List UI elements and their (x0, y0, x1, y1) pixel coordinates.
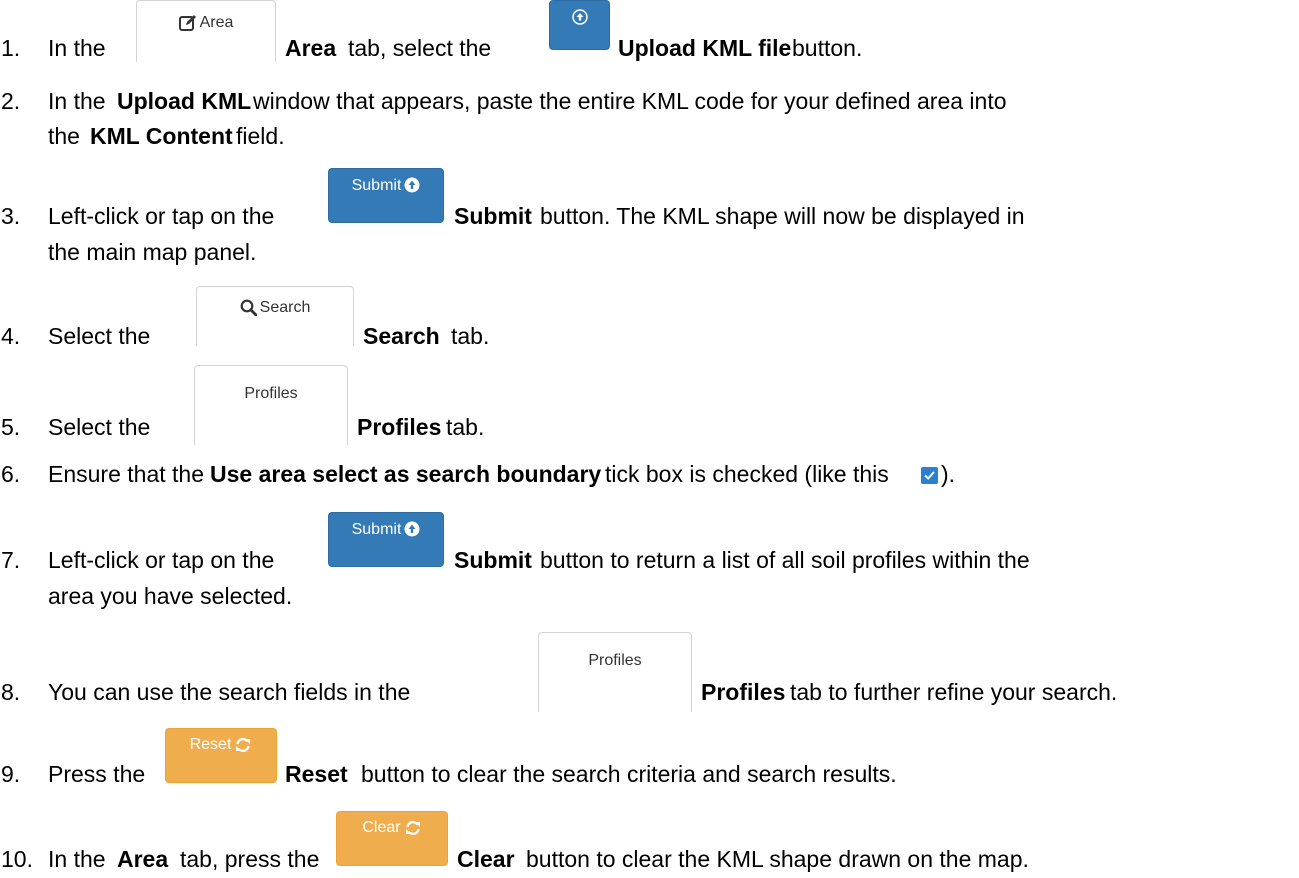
search-tab-ref: Search (363, 323, 440, 349)
step-4: 4. Select the Search Search tab. (0, 286, 1299, 349)
step-text: Left-click or tap on the (48, 547, 275, 573)
step-text: button. The KML shape will now be displa… (540, 203, 1025, 229)
step-number: 1. (1, 35, 21, 61)
profiles-tab-label: Profiles (244, 385, 298, 402)
step-5: 5. Select the Profiles Profiles tab. (0, 365, 1299, 445)
submit-label: Submit (351, 177, 402, 194)
step-2: 2. In the Upload KML window that appears… (0, 88, 1299, 149)
area-tab-button[interactable]: Area (136, 0, 276, 62)
step-text: Press the (48, 761, 146, 787)
checkbox-checked-icon (921, 467, 938, 484)
step-text: button to return a list of all soil prof… (540, 547, 1030, 573)
step-text: button. (792, 35, 863, 61)
step-text: In the (48, 846, 106, 872)
step-number: 2. (1, 88, 21, 114)
step-text: tick box is checked (like this (605, 461, 889, 487)
step-number: 10. (1, 846, 33, 872)
step-text: the main map panel. (48, 239, 257, 265)
area-tab-label: Area (199, 14, 234, 31)
kml-content-ref: KML Content (90, 123, 233, 149)
step-1: 1. In the Area Area tab, select the Uplo… (0, 0, 1299, 62)
upload-icon (571, 9, 588, 30)
clear-ref: Clear (457, 846, 515, 872)
step-number: 3. (1, 203, 21, 229)
step-text: tab. (451, 323, 490, 349)
search-tab-label: Search (259, 299, 311, 316)
submit-button[interactable]: Submit (328, 512, 444, 567)
search-icon (240, 299, 258, 321)
step-text: window that appears, paste the entire KM… (253, 88, 1007, 114)
refresh-icon (404, 819, 422, 842)
step-text: area you have selected. (48, 583, 293, 609)
reset-button[interactable]: Reset (165, 728, 277, 783)
step-10: 10. In the Area tab, press the Clear Cle… (0, 811, 1299, 876)
step-text: Ensure that the (48, 461, 204, 487)
submit-label: Submit (351, 521, 402, 538)
step-text: Select the (48, 414, 151, 440)
refresh-icon (234, 736, 252, 759)
step-number: 4. (1, 323, 21, 349)
upload-kml-window-ref: Upload KML (117, 88, 252, 114)
clear-button[interactable]: Clear (336, 811, 448, 866)
step-text: In the (48, 35, 106, 61)
submit-ref: Submit (454, 203, 532, 229)
upload-kml-ref: Upload KML file (618, 35, 792, 61)
step-7: 7. Left-click or tap on the Submit Submi… (0, 512, 1299, 609)
step-text: field. (236, 123, 285, 149)
area-tab-ref: Area (117, 846, 169, 872)
submit-button[interactable]: Submit (328, 168, 444, 223)
area-tab-ref: Area (285, 35, 337, 61)
profiles-tab-label: Profiles (588, 652, 642, 669)
step-text: Left-click or tap on the (48, 203, 275, 229)
reset-ref: Reset (285, 761, 348, 787)
step-number: 6. (1, 461, 21, 487)
step-text: Select the (48, 323, 151, 349)
upload-icon (404, 521, 420, 542)
submit-ref: Submit (454, 547, 532, 573)
upload-kml-button[interactable] (549, 0, 610, 50)
step-text: button to clear the search criteria and … (361, 761, 897, 787)
search-boundary-ref: Use area select as search boundary (210, 461, 602, 487)
reset-label: Reset (189, 736, 232, 753)
step-text: tab to further refine your search. (790, 679, 1118, 705)
profiles-tab-ref: Profiles (701, 679, 786, 705)
step-number: 8. (1, 679, 21, 705)
step-number: 9. (1, 761, 21, 787)
checkbox-example (915, 461, 938, 488)
step-text: ). (941, 461, 956, 487)
profiles-tab-button[interactable]: Profiles (538, 632, 692, 712)
profiles-tab-ref: Profiles (357, 414, 442, 440)
profiles-tab-button[interactable]: Profiles (194, 365, 348, 445)
step-text: You can use the search fields in the (48, 679, 411, 705)
step-number: 7. (1, 547, 21, 573)
step-text: tab. (446, 414, 485, 440)
step-9: 9. Press the Reset Reset button to clear… (0, 728, 1299, 788)
clear-label: Clear (362, 819, 401, 836)
step-number: 5. (1, 414, 21, 440)
step-8: 8. You can use the search fields in the … (0, 632, 1299, 712)
step-text: tab, select the (348, 35, 492, 61)
step-3: 3. Left-click or tap on the Submit Submi… (0, 168, 1299, 265)
search-tab-button[interactable]: Search (196, 286, 354, 346)
step-text: tab, press the (180, 846, 320, 872)
upload-icon (404, 177, 420, 198)
edit-icon (178, 14, 197, 36)
step-6: 6. Ensure that the Use area select as se… (0, 461, 1299, 491)
step-text: the (48, 123, 80, 149)
step-text: In the (48, 88, 106, 114)
step-text: button to clear the KML shape drawn on t… (526, 846, 1029, 872)
